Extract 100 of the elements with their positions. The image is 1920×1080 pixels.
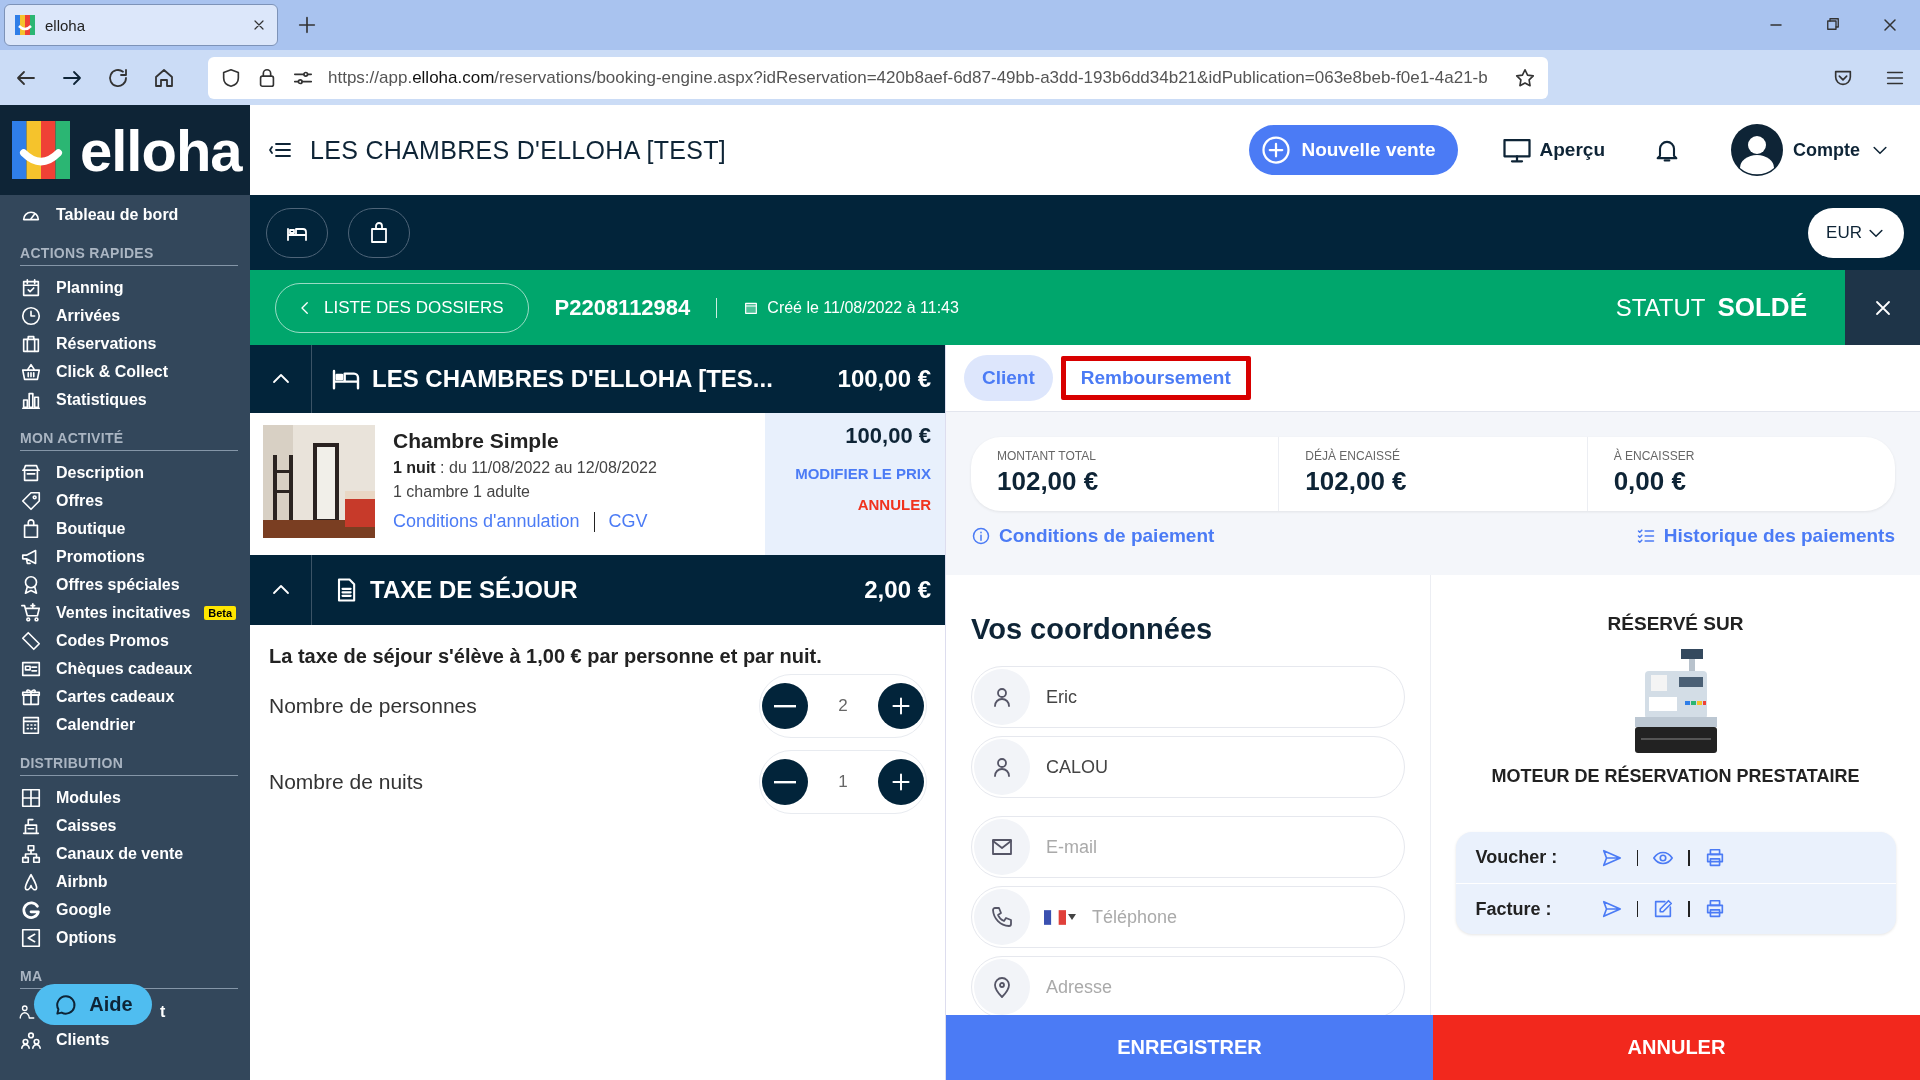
sitemap-icon bbox=[20, 843, 42, 865]
sidebar-item[interactable]: Description bbox=[0, 459, 250, 487]
person-icon[interactable] bbox=[18, 1002, 36, 1021]
stay-dates: 1 nuit : du 11/08/2022 au 12/08/2022 bbox=[393, 459, 658, 477]
text-input[interactable]: Eric bbox=[1044, 685, 1404, 709]
currency-select[interactable]: EUR bbox=[1808, 207, 1904, 258]
beta-badge: Beta bbox=[204, 606, 237, 620]
sidebar-item[interactable]: Cartes cadeaux bbox=[0, 683, 250, 711]
decrement-button[interactable] bbox=[762, 759, 808, 805]
restore-icon[interactable] bbox=[1824, 15, 1842, 33]
info-icon bbox=[971, 526, 991, 546]
sidebar-item[interactable]: Canaux de vente bbox=[0, 840, 250, 868]
sidebar-item[interactable]: Planning bbox=[0, 274, 250, 302]
counter-value: 2 bbox=[838, 696, 848, 716]
shield-icon[interactable] bbox=[220, 66, 242, 89]
account-menu[interactable]: Compte bbox=[1725, 123, 1896, 177]
payment-history-link[interactable]: Historique des paiements bbox=[1635, 525, 1895, 547]
counter-label: Nombre de nuits bbox=[269, 770, 424, 794]
sidebar-item[interactable]: Caisses bbox=[0, 812, 250, 840]
section-price: 2,00 € bbox=[864, 576, 931, 604]
edit-icon[interactable] bbox=[1652, 898, 1674, 920]
text-input[interactable]: CALOU bbox=[1044, 755, 1404, 779]
sidebar-item[interactable]: Boutique bbox=[0, 515, 250, 543]
g-icon bbox=[20, 899, 42, 921]
calendar-icon bbox=[20, 714, 42, 736]
increment-button[interactable] bbox=[878, 759, 924, 805]
booked-on-title: RÉSERVÉ SUR bbox=[1607, 613, 1744, 635]
booking-channel: MOTEUR DE RÉSERVATION PRESTATAIRE bbox=[1491, 766, 1860, 787]
sidebar-item[interactable]: Airbnb bbox=[0, 868, 250, 896]
summary-label: À ENCAISSER bbox=[1613, 449, 1696, 463]
help-button[interactable]: Aide bbox=[34, 984, 152, 1025]
sidebar-item[interactable]: Statistiques bbox=[0, 386, 250, 414]
text-input[interactable]: Téléphone bbox=[1090, 905, 1404, 929]
cancel-button[interactable]: ANNULER bbox=[1433, 1015, 1920, 1080]
cancellation-link[interactable]: Conditions d'annulation bbox=[393, 511, 580, 532]
sidebar-item[interactable]: Click & Collect bbox=[0, 358, 250, 386]
new-sale-button[interactable]: Nouvelle vente bbox=[1249, 125, 1458, 175]
tab-title: elloha bbox=[45, 16, 87, 34]
section-heading: MON ACTIVITÉ bbox=[20, 430, 124, 446]
tax-note: La taxe de séjour s'élève à 1,00 € par personne et par nuit. bbox=[269, 645, 823, 668]
sidebar-item[interactable]: Options bbox=[0, 924, 250, 952]
suitcase-icon bbox=[20, 333, 42, 355]
calendar-icon bbox=[20, 277, 42, 299]
terms-link[interactable]: CGV bbox=[608, 511, 648, 532]
sidebar-item[interactable]: Codes Promos bbox=[0, 627, 250, 655]
document-label: Facture : bbox=[1475, 898, 1553, 920]
tab[interactable]: Remboursement bbox=[1060, 356, 1251, 400]
sidebar-item[interactable]: Modules bbox=[0, 784, 250, 812]
created-date: Créé le 11/08/2022 à 11:43 bbox=[767, 298, 959, 317]
shop-button[interactable] bbox=[348, 207, 410, 258]
tag-icon bbox=[20, 490, 42, 512]
sidebar-item[interactable]: t bbox=[160, 1002, 166, 1021]
sidebar-item[interactable]: Ventes incitatives Beta bbox=[0, 599, 250, 627]
sidebar-item[interactable]: Offres spéciales bbox=[0, 571, 250, 599]
increment-button[interactable] bbox=[878, 683, 924, 729]
browser-tab[interactable]: elloha bbox=[4, 4, 278, 46]
gift-icon bbox=[20, 686, 42, 708]
decrement-button[interactable] bbox=[762, 683, 808, 729]
room-price: 100,00 € bbox=[845, 423, 931, 449]
sidebar-item[interactable]: Tableau de bord bbox=[0, 201, 250, 229]
minus-icon bbox=[774, 704, 796, 708]
sidebar-item[interactable]: Chèques cadeaux bbox=[0, 655, 250, 683]
storefront-icon bbox=[20, 462, 42, 484]
flag-icon[interactable] bbox=[1044, 909, 1066, 925]
cancel-room-link[interactable]: ANNULER bbox=[857, 496, 931, 513]
section-price: 100,00 € bbox=[837, 365, 931, 393]
clock-icon bbox=[20, 305, 42, 327]
counter-label: Nombre de personnes bbox=[269, 694, 477, 718]
text-input[interactable]: E-mail bbox=[1044, 835, 1404, 859]
caret-icon[interactable] bbox=[1068, 914, 1076, 920]
sidebar-item[interactable]: Réservations bbox=[0, 330, 250, 358]
sidebar-item[interactable]: Calendrier bbox=[0, 711, 250, 739]
sidebar-item[interactable]: Offres bbox=[0, 487, 250, 515]
sidebar-item[interactable]: Arrivées bbox=[0, 302, 250, 330]
new-tab-icon[interactable] bbox=[296, 14, 318, 36]
save-button[interactable]: ENREGISTRER bbox=[946, 1015, 1433, 1080]
occupancy: 1 chambre 1 adulte bbox=[393, 483, 531, 501]
document-label: Voucher : bbox=[1475, 847, 1559, 868]
status-label: STATUT bbox=[1615, 293, 1706, 322]
summary-label: DÉJÀ ENCAISSÉ bbox=[1305, 449, 1402, 463]
payment-terms-link[interactable]: Conditions de paiement bbox=[971, 525, 1215, 547]
address-bar[interactable]: https://app.elloha.com/reservations/booking-engine.aspx?idReservation=420b8aef-6d87-49bb-a3dd-193b6dd34b21&idPublication=063e8beb-f0e1-4a21-b bbox=[208, 56, 1548, 99]
text-input[interactable]: Adresse bbox=[1044, 975, 1404, 999]
avatar-icon bbox=[1731, 124, 1783, 176]
summary-value: 102,00 € bbox=[1305, 466, 1408, 497]
preview-button[interactable]: Aperçu bbox=[1495, 134, 1611, 166]
summary-value: 0,00 € bbox=[1613, 466, 1687, 497]
section-title: TAXE DE SÉJOUR bbox=[370, 576, 579, 604]
sidebar-item[interactable]: Google bbox=[0, 896, 250, 924]
cart-icon bbox=[20, 602, 42, 624]
basket-icon bbox=[20, 361, 42, 383]
sidebar-item[interactable]: Clients bbox=[0, 1026, 250, 1054]
bed-button[interactable] bbox=[266, 207, 328, 258]
phone-icon bbox=[990, 905, 1014, 929]
star-icon[interactable] bbox=[1514, 66, 1536, 89]
section-heading: DISTRIBUTION bbox=[20, 755, 124, 771]
section-title: LES CHAMBRES D'ELLOHA [TES... bbox=[372, 365, 774, 393]
sidebar-item[interactable]: Promotions bbox=[0, 543, 250, 571]
send-icon[interactable] bbox=[1600, 898, 1623, 920]
summary-value: 102,00 € bbox=[997, 466, 1100, 497]
